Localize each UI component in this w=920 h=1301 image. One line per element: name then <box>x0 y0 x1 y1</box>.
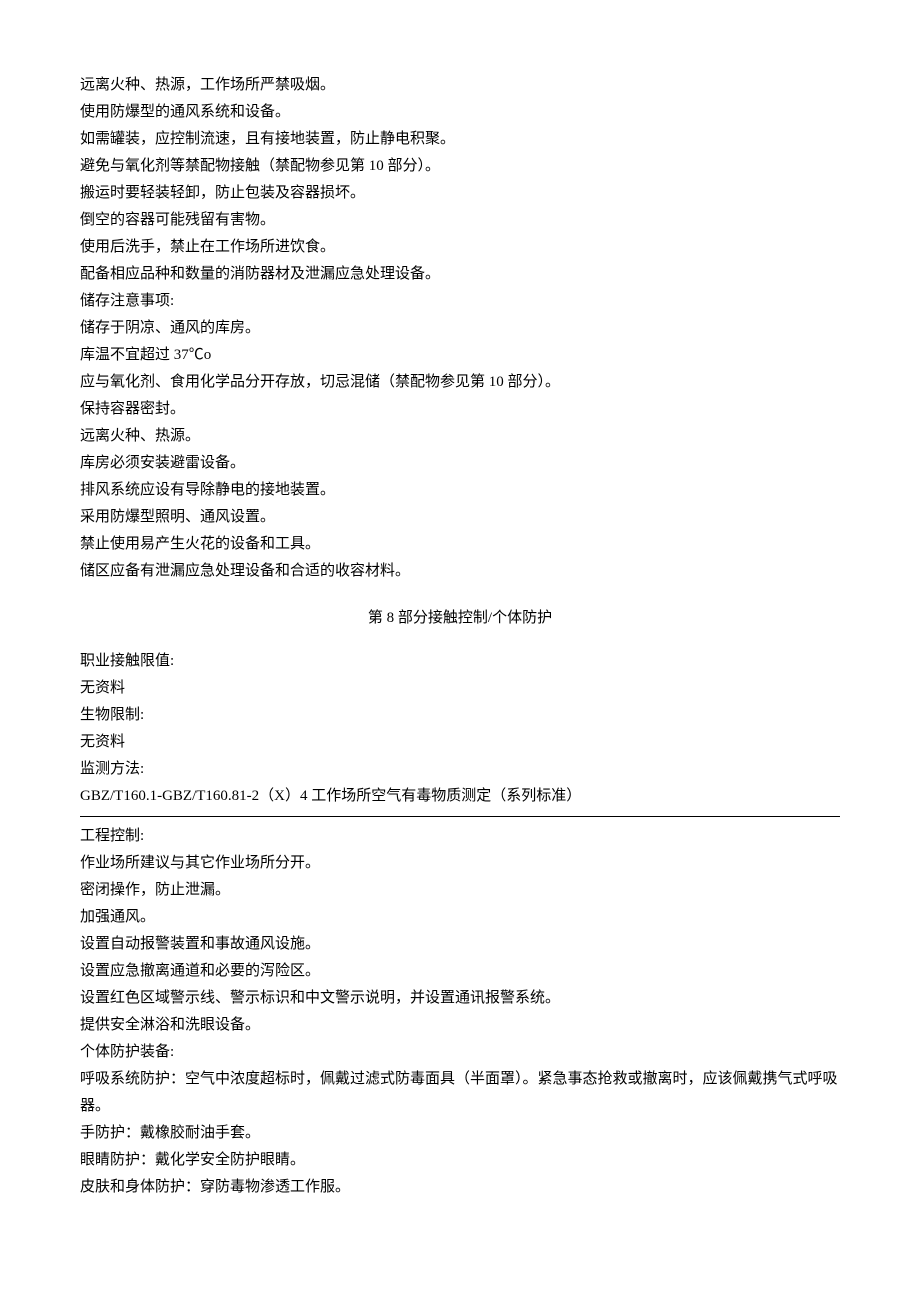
ppe-line: 手防护：戴橡胶耐油手套。 <box>80 1120 840 1147</box>
monitoring-method: 监测方法: GBZ/T160.1-GBZ/T160.81-2（X）4 工作场所空… <box>80 756 840 810</box>
handling-line: 远离火种、热源，工作场所严禁吸烟。 <box>80 72 840 99</box>
bio-limit-label: 生物限制: <box>80 702 840 729</box>
eng-control-line: 设置红色区域警示线、警示标识和中文警示说明，并设置通讯报警系统。 <box>80 985 840 1012</box>
ppe-line: 皮肤和身体防护：穿防毒物渗透工作服。 <box>80 1174 840 1201</box>
handling-line: 如需罐装，应控制流速，且有接地装置，防止静电积聚。 <box>80 126 840 153</box>
storage-line: 应与氧化剂、食用化学品分开存放，切忌混储（禁配物参见第 10 部分）。 <box>80 369 840 396</box>
ppe-label: 个体防护装备: <box>80 1039 840 1066</box>
eng-control-label: 工程控制: <box>80 823 840 850</box>
ppe-line: 眼睛防护：戴化学安全防护眼睛。 <box>80 1147 840 1174</box>
bio-limit-value: 无资料 <box>80 729 840 756</box>
biological-limit: 生物限制: 无资料 <box>80 702 840 756</box>
eng-control-line: 加强通风。 <box>80 904 840 931</box>
personal-protective-equipment: 个体防护装备: 呼吸系统防护：空气中浓度超标时，佩戴过滤式防毒面具（半面罩）。紧… <box>80 1039 840 1201</box>
eng-control-line: 作业场所建议与其它作业场所分开。 <box>80 850 840 877</box>
handling-line: 倒空的容器可能残留有害物。 <box>80 207 840 234</box>
section-8-title: 第 8 部分接触控制/个体防护 <box>80 605 840 632</box>
storage-line: 库温不宜超过 37℃o <box>80 342 840 369</box>
handling-line: 使用防爆型的通风系统和设备。 <box>80 99 840 126</box>
storage-line: 储存于阴凉、通风的库房。 <box>80 315 840 342</box>
storage-line: 排风系统应设有导除静电的接地装置。 <box>80 477 840 504</box>
storage-header: 储存注意事项: <box>80 288 840 315</box>
eng-control-line: 设置应急撤离通道和必要的泻险区。 <box>80 958 840 985</box>
handling-line: 避免与氧化剂等禁配物接触（禁配物参见第 10 部分）。 <box>80 153 840 180</box>
handling-precautions: 远离火种、热源，工作场所严禁吸烟。 使用防爆型的通风系统和设备。 如需罐装，应控… <box>80 72 840 288</box>
ppe-line: 呼吸系统防护：空气中浓度超标时，佩戴过滤式防毒面具（半面罩）。紧急事态抢救或撤离… <box>80 1066 840 1120</box>
handling-line: 搬运时要轻装轻卸，防止包装及容器损坏。 <box>80 180 840 207</box>
handling-line: 配备相应品种和数量的消防器材及泄漏应急处理设备。 <box>80 261 840 288</box>
storage-line: 禁止使用易产生火花的设备和工具。 <box>80 531 840 558</box>
storage-line: 远离火种、热源。 <box>80 423 840 450</box>
storage-line: 库房必须安装避雷设备。 <box>80 450 840 477</box>
occupational-limit-value: 无资料 <box>80 675 840 702</box>
storage-line: 保持容器密封。 <box>80 396 840 423</box>
storage-line: 储区应备有泄漏应急处理设备和合适的收容材料。 <box>80 558 840 585</box>
divider <box>80 816 840 817</box>
occupational-exposure-limit: 职业接触限值: 无资料 <box>80 648 840 702</box>
occupational-limit-label: 职业接触限值: <box>80 648 840 675</box>
monitor-label: 监测方法: <box>80 756 840 783</box>
eng-control-line: 提供安全淋浴和洗眼设备。 <box>80 1012 840 1039</box>
eng-control-line: 设置自动报警装置和事故通风设施。 <box>80 931 840 958</box>
handling-line: 使用后洗手，禁止在工作场所进饮食。 <box>80 234 840 261</box>
storage-line: 采用防爆型照明、通风设置。 <box>80 504 840 531</box>
monitor-value: GBZ/T160.1-GBZ/T160.81-2（X）4 工作场所空气有毒物质测… <box>80 783 840 810</box>
storage-precautions: 储存注意事项: 储存于阴凉、通风的库房。 库温不宜超过 37℃o 应与氧化剂、食… <box>80 288 840 585</box>
engineering-control: 工程控制: 作业场所建议与其它作业场所分开。 密闭操作，防止泄漏。 加强通风。 … <box>80 823 840 1039</box>
eng-control-line: 密闭操作，防止泄漏。 <box>80 877 840 904</box>
